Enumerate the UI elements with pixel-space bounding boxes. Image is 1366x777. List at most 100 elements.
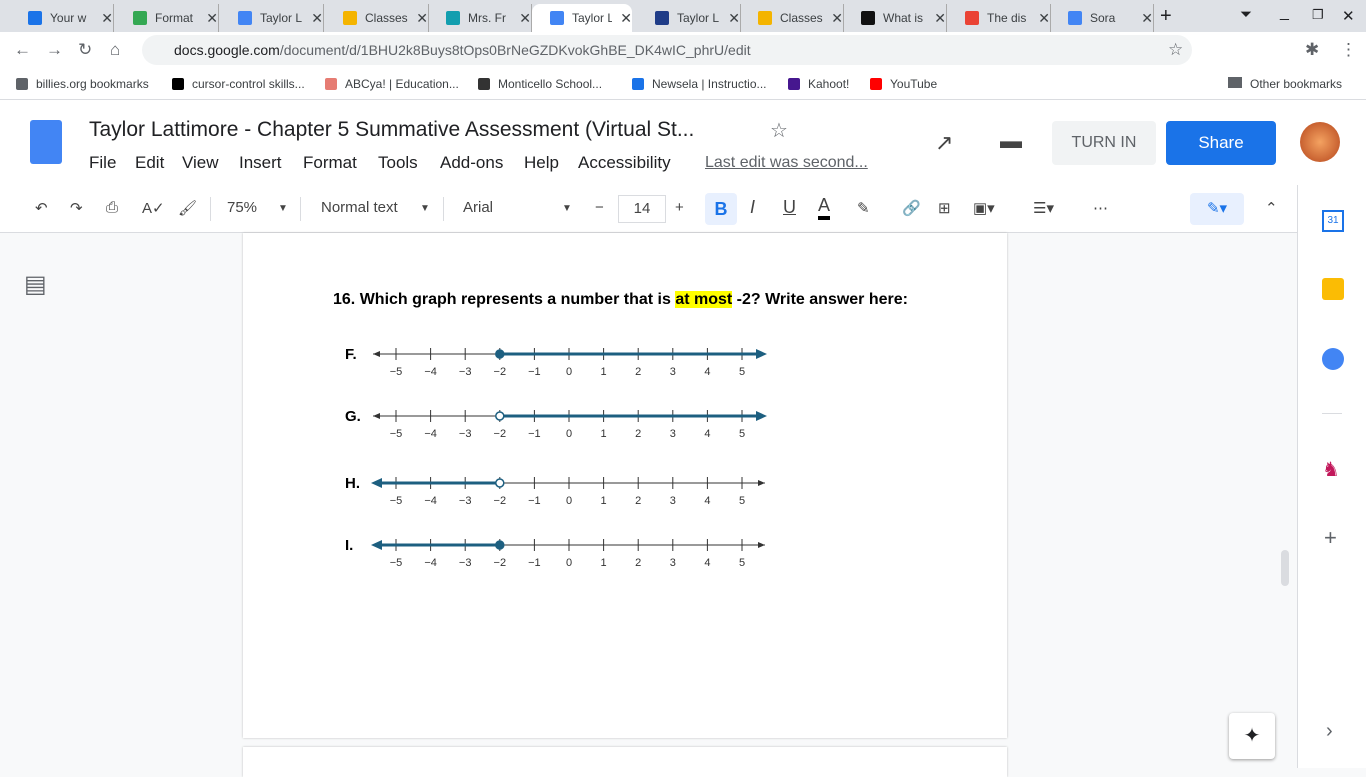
share-button[interactable]: Share [1166,121,1276,165]
close-tab-icon[interactable]: ✕ [934,10,946,27]
bookmark-item[interactable]: Newsela | Instructio... [632,77,767,91]
forward-icon[interactable]: → [46,40,63,60]
browser-tab[interactable]: Taylor L ✕ [220,4,324,32]
reload-icon[interactable]: ↻ [78,40,92,60]
close-tab-icon[interactable]: ✕ [728,10,740,27]
menu-view[interactable]: View [182,153,219,173]
browser-tab[interactable]: Classes ✕ [740,4,844,32]
last-edit-link[interactable]: Last edit was second... [705,154,868,172]
browser-tab[interactable]: Format ✕ [115,4,219,32]
tasks-icon[interactable] [1322,348,1344,370]
browser-tab[interactable]: What is ✕ [843,4,947,32]
scrollbar-thumb[interactable] [1281,550,1289,586]
close-tab-icon[interactable]: ✕ [831,10,843,27]
close-tab-icon[interactable]: ✕ [1141,10,1153,27]
style-select[interactable]: Normal text [321,199,398,216]
browser-tab[interactable]: Mrs. Fr ✕ [428,4,532,32]
decrease-font-size-icon[interactable]: − [595,199,604,216]
extensions-icon[interactable]: ✱ [1305,40,1319,60]
comments-icon[interactable]: ▬ [1000,128,1022,154]
more-icon[interactable]: ⋯ [1093,199,1108,217]
left-arrow [373,413,380,419]
number-lines-figure: F. −5 −4 −3 −2 −1 0 1 2 3 4 5 G. −5 −4 −3 −2 −1 0 1 2 3 4 5 H. −5… [345,348,767,569]
insert-image-icon[interactable]: ▣▾ [973,199,995,217]
browser-tab[interactable]: Your w ✕ [10,4,114,32]
add-addon-icon[interactable]: + [1324,525,1337,551]
paint-format-icon[interactable]: 🖌 [178,199,197,217]
avatar[interactable] [1300,122,1340,162]
close-tab-icon[interactable]: ✕ [416,10,428,27]
url-input[interactable]: docs.google.com/document/d/1BHU2k8Buys8t… [142,35,1192,65]
question-pre: 16. Which graph represents a number that… [333,291,676,308]
menu-add-ons[interactable]: Add-ons [440,153,503,173]
align-icon[interactable]: ☰▾ [1033,199,1054,217]
font-select[interactable]: Arial [463,199,493,216]
option-label: F. [345,348,357,363]
close-tab-icon[interactable]: ✕ [206,10,218,27]
minimize-icon[interactable]: _ [1280,4,1289,22]
bookmark-item[interactable]: Kahoot! [788,77,849,91]
redo-icon[interactable]: ↷ [70,199,83,217]
font-size-input[interactable]: 14 [618,195,666,223]
tab-search-icon[interactable]: ⏷ [1240,6,1252,23]
menu-accessibility[interactable]: Accessibility [578,153,671,173]
back-icon[interactable]: ← [14,40,31,60]
close-tab-icon[interactable]: ✕ [311,10,323,27]
add-comment-icon[interactable]: ⊞ [938,199,951,217]
bookmark-item[interactable]: ABCya! | Education... [325,77,459,91]
close-tab-icon[interactable]: ✕ [519,10,531,27]
zoom-select[interactable]: 75% [227,199,257,216]
text-color-icon[interactable]: A [818,195,831,220]
menu-format[interactable]: Format [303,153,357,173]
calendar-icon[interactable]: 31 [1322,210,1344,232]
increase-font-size-icon[interactable]: + [675,199,684,216]
collapse-icon[interactable]: ⌃ [1265,199,1278,217]
tick-label: −5 [390,428,403,440]
spellcheck-icon[interactable]: A✓ [142,199,165,217]
turn-in-button[interactable]: TURN IN [1052,121,1156,165]
browser-tab[interactable]: Sora ✕ [1050,4,1154,32]
underline-icon[interactable]: U [783,197,796,218]
explore-button[interactable]: ✦ [1229,713,1275,759]
outline-icon[interactable]: ▤ [24,270,47,299]
new-tab-icon[interactable]: + [1160,5,1172,28]
browser-tab[interactable]: Taylor L ✕ [532,4,632,32]
close-tab-icon[interactable]: ✕ [1038,10,1050,27]
highlight-icon[interactable]: ✎ [857,199,870,217]
link-icon[interactable]: 🔗 [902,199,921,217]
bookmark-item[interactable]: cursor-control skills... [172,77,305,91]
docs-logo-icon[interactable] [30,120,62,164]
menu-tools[interactable]: Tools [378,153,418,173]
close-tab-icon[interactable]: ✕ [620,10,632,27]
browser-menu-icon[interactable]: ⋮ [1340,40,1357,60]
editing-mode-icon[interactable]: ✎▾ [1190,193,1244,225]
menu-edit[interactable]: Edit [135,153,164,173]
close-window-icon[interactable]: ✕ [1342,7,1355,25]
browser-tab[interactable]: The dis ✕ [947,4,1051,32]
print-icon[interactable]: ⎙ [106,199,118,216]
undo-icon[interactable]: ↶ [35,199,48,217]
bookmark-item[interactable]: billies.org bookmarks [16,77,149,91]
doc-title[interactable]: Taylor Lattimore - Chapter 5 Summative A… [89,118,694,142]
activity-icon[interactable]: ↗ [935,130,953,156]
star-icon[interactable]: ☆ [770,118,788,143]
bookmark-star-icon[interactable]: ☆ [1168,40,1183,60]
keep-icon[interactable] [1322,278,1344,300]
browser-tab[interactable]: Taylor L ✕ [637,4,741,32]
document-page[interactable]: 16. Which graph represents a number that… [243,233,1007,738]
close-tab-icon[interactable]: ✕ [101,10,113,27]
other-bookmarks[interactable]: Other bookmarks [1228,77,1342,91]
menu-insert[interactable]: Insert [239,153,282,173]
bold-icon[interactable]: B [705,193,737,225]
home-icon[interactable]: ⌂ [110,40,120,60]
italic-icon[interactable]: I [750,197,755,218]
menu-help[interactable]: Help [524,153,559,173]
expand-panel-icon[interactable]: › [1326,720,1333,743]
bookmark-icon [325,78,337,90]
bookmark-item[interactable]: Monticello School... [478,77,602,91]
restore-icon[interactable]: ❐ [1312,7,1324,23]
menu-file[interactable]: File [89,153,116,173]
browser-tab[interactable]: Classes ✕ [325,4,429,32]
addon-icon[interactable]: ♞ [1322,457,1340,482]
bookmark-item[interactable]: YouTube [870,77,937,91]
